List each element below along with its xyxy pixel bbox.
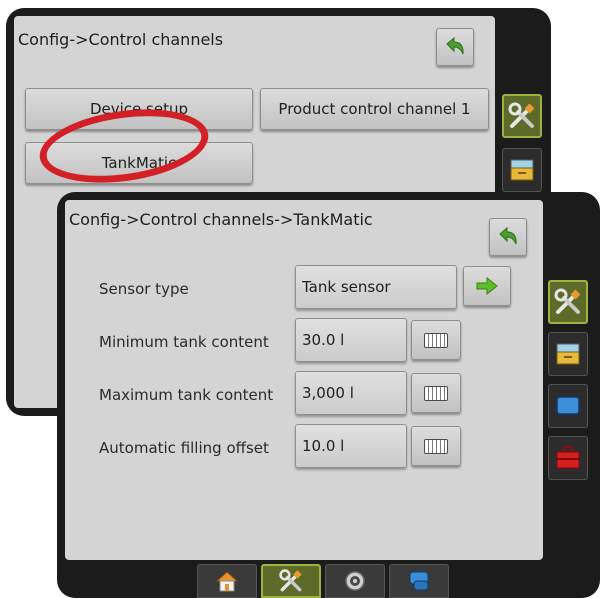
tankmatic-screen: Config->Control channels->TankMatic Sens…	[57, 192, 600, 598]
keyboard-icon	[424, 385, 448, 401]
page-title: Config->Control channels	[18, 30, 224, 49]
back-button[interactable]	[489, 218, 527, 256]
toolbox-icon	[556, 446, 580, 469]
home-icon	[215, 571, 239, 592]
side-tab-storage[interactable]	[502, 148, 542, 192]
bottom-tab-gps[interactable]	[325, 564, 385, 598]
bottom-tab-bar	[175, 564, 463, 598]
tools-icon	[554, 288, 581, 314]
maximum-tank-content-field[interactable]: 3,000 l	[295, 371, 407, 415]
bottom-tab-tools[interactable]	[261, 564, 321, 598]
side-tab-storage[interactable]	[548, 332, 588, 376]
bottom-tab-home[interactable]	[197, 564, 257, 598]
display-icon	[556, 396, 580, 415]
sensor-type-label: Sensor type	[99, 280, 189, 298]
sensor-type-field[interactable]: Tank sensor	[295, 265, 457, 309]
sensor-type-next-button[interactable]	[463, 266, 511, 306]
keyboard-icon	[424, 438, 448, 454]
bottom-tab-guidance[interactable]	[389, 564, 449, 598]
product-control-channel-button[interactable]: Product control channel 1	[260, 88, 489, 130]
page-title: Config->Control channels->TankMatic	[69, 210, 373, 229]
maximum-tank-content-keyboard-button[interactable]	[411, 373, 461, 413]
tools-icon	[279, 569, 302, 592]
side-tab-tools[interactable]	[502, 94, 542, 138]
side-tab-tools[interactable]	[548, 280, 588, 324]
back-button[interactable]	[436, 28, 474, 66]
back-arrow-icon	[446, 36, 464, 55]
automatic-filling-offset-field[interactable]: 10.0 l	[295, 424, 407, 468]
side-tab-toolbox[interactable]	[548, 436, 588, 480]
guidance-icon	[409, 571, 429, 591]
tankmatic-panel: Config->Control channels->TankMatic Sens…	[65, 200, 543, 560]
minimum-tank-content-label: Minimum tank content	[99, 333, 269, 351]
keyboard-icon	[424, 332, 448, 348]
tools-icon	[508, 102, 535, 128]
automatic-filling-offset-label: Automatic filling offset	[99, 439, 269, 457]
minimum-tank-content-keyboard-button[interactable]	[411, 320, 461, 360]
storage-icon	[510, 159, 534, 181]
arrow-right-icon	[476, 277, 498, 295]
minimum-tank-content-field[interactable]: 30.0 l	[295, 318, 407, 362]
gps-icon	[345, 571, 365, 591]
automatic-filling-offset-keyboard-button[interactable]	[411, 426, 461, 466]
maximum-tank-content-label: Maximum tank content	[99, 386, 274, 404]
storage-icon	[556, 343, 580, 365]
side-tab-display[interactable]	[548, 384, 588, 428]
back-arrow-icon	[499, 226, 517, 245]
